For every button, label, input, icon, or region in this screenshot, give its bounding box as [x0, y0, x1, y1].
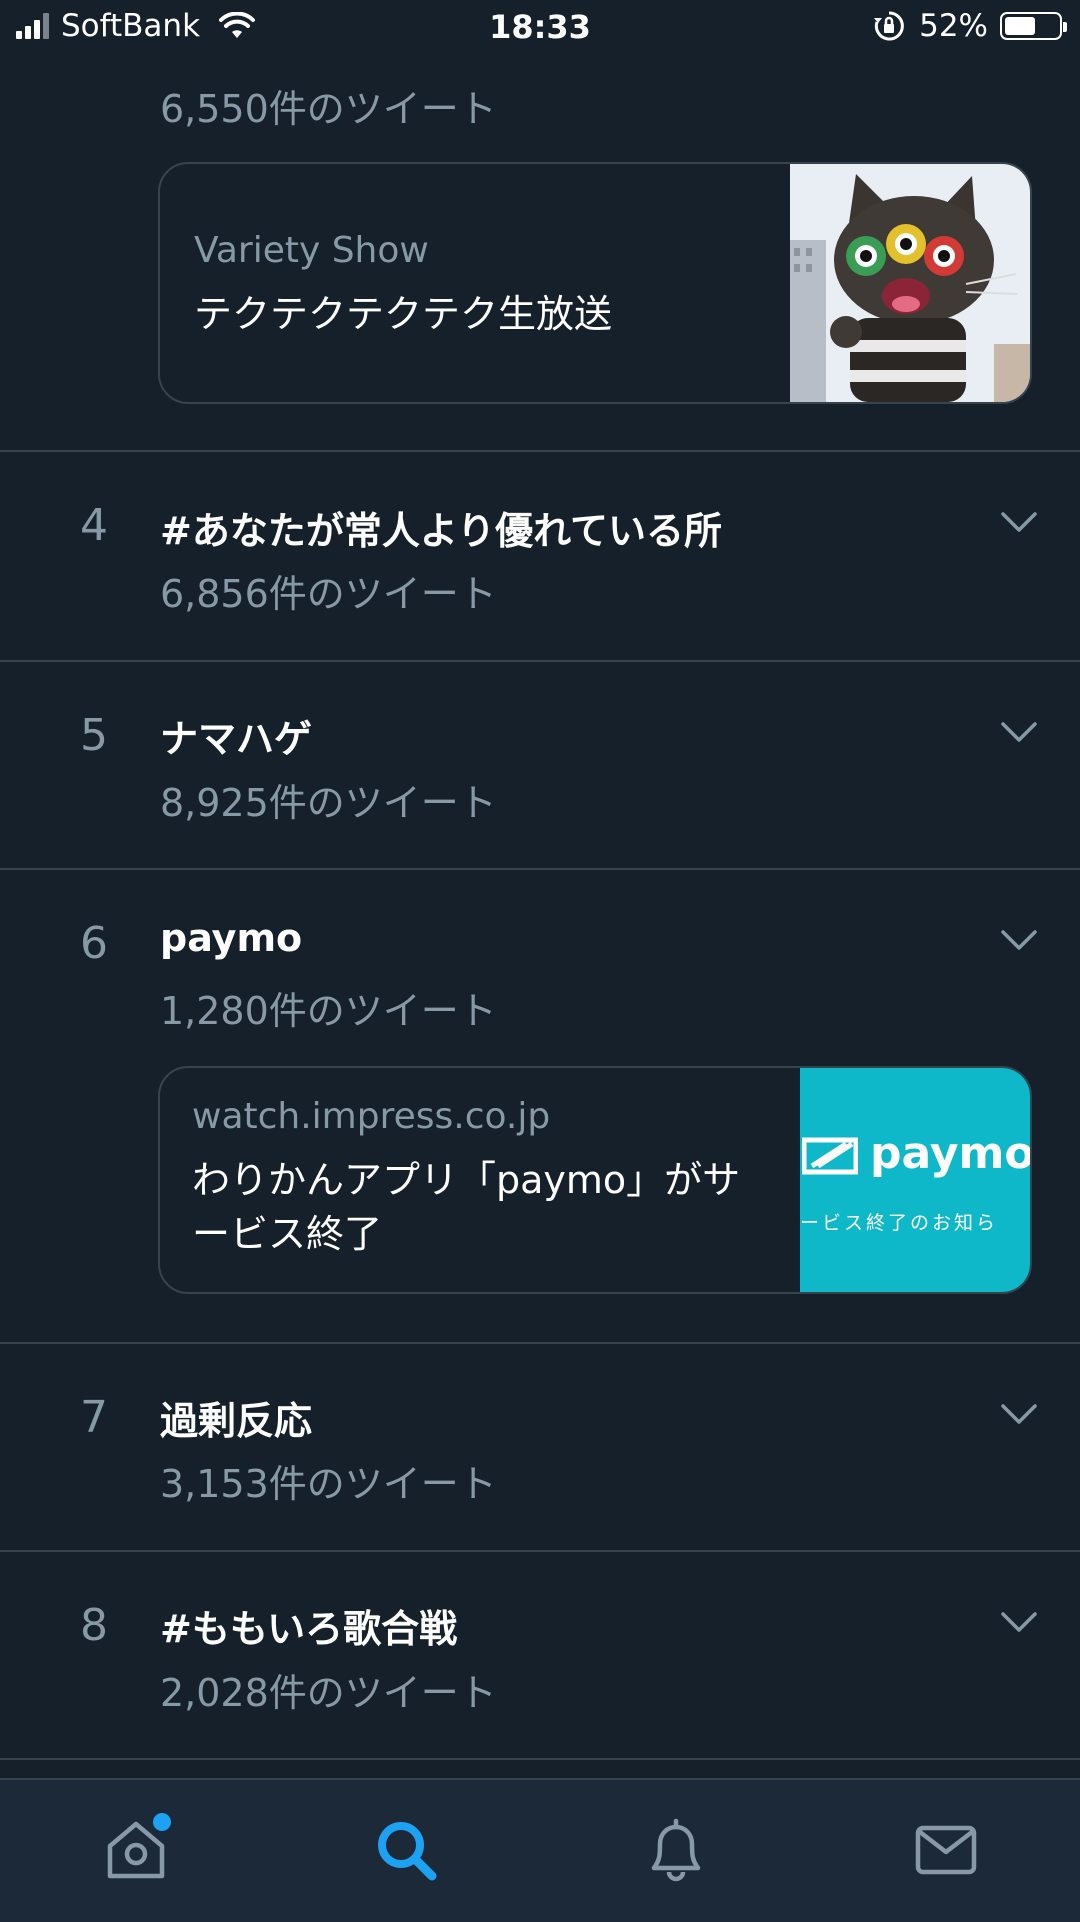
tab-bar: [0, 1778, 1080, 1922]
trend-rank: 8: [80, 1600, 108, 1651]
divider: [0, 1550, 1080, 1552]
thumb-brand: paymo: [870, 1128, 1030, 1179]
battery-icon: [1000, 12, 1067, 40]
trend-rank: 4: [80, 500, 108, 551]
trend-title: #あなたが常人より優れている所: [160, 509, 722, 553]
orientation-lock-icon: [874, 11, 904, 41]
divider: [0, 660, 1080, 662]
chevron-down-icon[interactable]: [1000, 720, 1038, 744]
card-category: Variety Show: [194, 230, 429, 271]
paymo-logo-icon: [802, 1137, 858, 1175]
trend-rank: 6: [80, 918, 108, 969]
trend-title: ナマハゲ: [160, 717, 313, 761]
divider: [0, 1342, 1080, 1344]
search-icon[interactable]: [370, 1814, 442, 1886]
trend-rank: 5: [80, 710, 108, 761]
trend-title: paymo: [160, 916, 303, 960]
divider: [0, 868, 1080, 870]
tweet-count: 2,028件のツイート: [160, 1671, 497, 1715]
chevron-down-icon[interactable]: [1000, 1402, 1038, 1426]
chevron-down-icon[interactable]: [1000, 928, 1038, 952]
card-thumbnail: paymo ービス終了のお知ら: [800, 1068, 1030, 1292]
tweet-count: 3,153件のツイート: [160, 1462, 497, 1506]
trend-rank: 7: [80, 1392, 108, 1443]
chevron-down-icon[interactable]: [1000, 1610, 1038, 1634]
trend-title: #ももいろ歌合戦: [160, 1607, 458, 1651]
trend-title: 過剰反応: [160, 1399, 313, 1443]
notification-dot: [150, 1810, 174, 1834]
tweet-count: 1,280件のツイート: [160, 989, 497, 1033]
divider: [0, 450, 1080, 452]
divider: [0, 1758, 1080, 1760]
notifications-bell-icon[interactable]: [640, 1814, 712, 1886]
card-title: テクテクテクテク生放送: [194, 292, 613, 336]
card-source: watch.impress.co.jp: [192, 1096, 551, 1137]
status-bar: SoftBank 18:33 52%: [0, 0, 1080, 58]
tweet-count: 6,550件のツイート: [160, 87, 497, 131]
messages-envelope-icon[interactable]: [910, 1814, 982, 1886]
trend-card[interactable]: Variety Show テクテクテクテク生放送: [158, 162, 1032, 404]
trend-card[interactable]: watch.impress.co.jp わりかんアプリ「paymo」がサ ービス…: [158, 1066, 1032, 1294]
thumb-caption: ービス終了のお知ら: [800, 1212, 999, 1234]
card-title-line-1: わりかんアプリ「paymo」がサ: [192, 1158, 741, 1202]
card-thumbnail: [790, 164, 1030, 402]
tweet-count: 8,925件のツイート: [160, 781, 497, 825]
tweet-count: 6,856件のツイート: [160, 572, 497, 616]
card-title-line-2: ービス終了: [192, 1212, 383, 1256]
battery-percent: 52%: [919, 8, 988, 44]
battery-info: 52%: [873, 8, 1067, 44]
chevron-down-icon[interactable]: [1000, 510, 1038, 534]
